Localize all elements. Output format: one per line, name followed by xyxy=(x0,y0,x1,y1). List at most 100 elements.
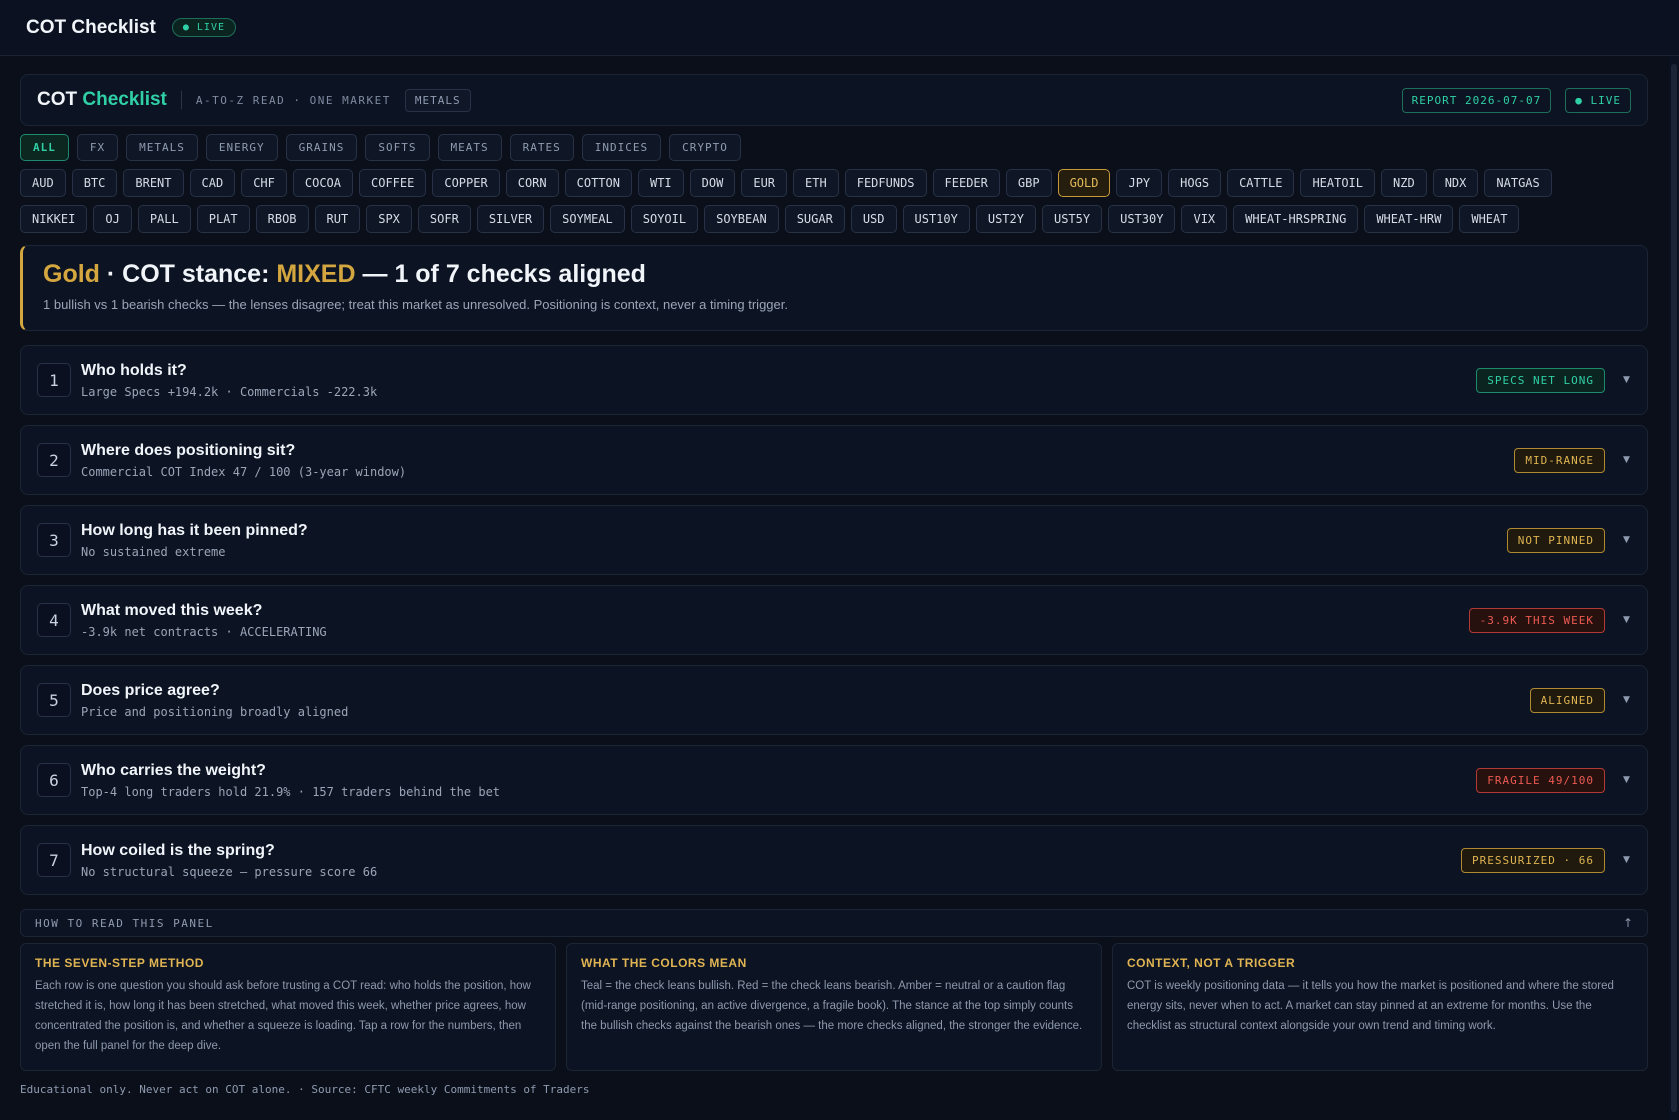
check-status-badge: FRAGILE 49/100 xyxy=(1476,767,1605,793)
ticker-plat[interactable]: PLAT xyxy=(196,205,250,233)
ticker-eur[interactable]: EUR xyxy=(741,169,788,197)
chevron-down-icon[interactable]: ▼ xyxy=(1623,855,1631,865)
ticker-vix[interactable]: VIX xyxy=(1181,205,1228,233)
check-number: 1 xyxy=(37,363,71,397)
category-filter-fx[interactable]: FX xyxy=(76,134,119,161)
check-status-badge: MID-RANGE xyxy=(1514,447,1605,473)
ticker-ust5y[interactable]: UST5Y xyxy=(1041,205,1103,233)
ticker-hogs[interactable]: HOGS xyxy=(1168,169,1222,197)
category-filter-softs[interactable]: SOFTS xyxy=(365,134,430,161)
ticker-usd[interactable]: USD xyxy=(850,205,897,233)
ticker-sugar[interactable]: SUGAR xyxy=(784,205,845,233)
ticker-aud[interactable]: AUD xyxy=(20,169,66,197)
app-title: COT Checklist xyxy=(26,16,156,38)
divider xyxy=(180,91,182,109)
scrollbar[interactable] xyxy=(1669,56,1679,1120)
top-bar: COT Checklist ● LIVE xyxy=(0,0,1679,56)
explanation-cards: THE SEVEN-STEP METHOD Each row is one que… xyxy=(20,943,1648,1071)
chevron-down-icon[interactable]: ▼ xyxy=(1623,455,1631,465)
chevron-down-icon[interactable]: ▼ xyxy=(1623,375,1631,385)
check-row[interactable]: 2 Where does positioning sit? Commercial C… xyxy=(20,425,1648,495)
ticker-wheat[interactable]: WHEAT xyxy=(1459,205,1520,233)
chevron-down-icon[interactable]: ▼ xyxy=(1623,535,1631,545)
check-status-badge: ALIGNED xyxy=(1529,687,1605,713)
ticker-soybean[interactable]: SOYBEAN xyxy=(704,205,779,233)
ticker-rbob[interactable]: RBOB xyxy=(255,205,309,233)
category-filter-indices[interactable]: INDICES xyxy=(581,134,662,161)
ticker-silver[interactable]: SILVER xyxy=(476,205,545,233)
ticker-fedfunds[interactable]: FEDFUNDS xyxy=(844,169,927,197)
ticker-ust2y[interactable]: UST2Y xyxy=(975,205,1036,233)
ticker-heatoil[interactable]: HEATOIL xyxy=(1300,169,1376,197)
check-row[interactable]: 5 Does price agree? Price and positioning … xyxy=(20,665,1648,735)
panel-title: COT Checklist xyxy=(37,89,167,111)
chevron-down-icon[interactable]: ▼ xyxy=(1623,695,1631,705)
ticker-chf[interactable]: CHF xyxy=(241,169,287,197)
ticker-cotton[interactable]: COTTON xyxy=(564,169,632,197)
category-filter-metals[interactable]: METALS xyxy=(126,134,198,161)
check-body: What moved this week? -3.9k net contracts… xyxy=(81,602,327,639)
check-detail: No structural squeeze — pressure score 6… xyxy=(81,864,378,879)
ticker-soymeal[interactable]: SOYMEAL xyxy=(550,205,625,233)
ticker-cad[interactable]: CAD xyxy=(189,169,236,197)
ticker-coffee[interactable]: COFFEE xyxy=(359,169,427,197)
ticker-copper[interactable]: COPPER xyxy=(432,169,500,197)
check-status-badge: SPECS NET LONG xyxy=(1476,367,1605,393)
footer-disclaimer: Educational only. Never act on COT alone… xyxy=(20,1083,590,1096)
how-to-read-toggle[interactable]: HOW TO READ THIS PANEL ↑ xyxy=(20,909,1648,937)
ticker-rut[interactable]: RUT xyxy=(314,205,361,233)
check-row[interactable]: 6 Who carries the weight? Top-4 long trade… xyxy=(20,745,1648,815)
ticker-eth[interactable]: ETH xyxy=(793,169,839,197)
ticker-nikkei[interactable]: NIKKEI xyxy=(20,205,88,233)
check-number: 6 xyxy=(37,763,71,797)
category-filter-energy[interactable]: ENERGY xyxy=(205,134,278,161)
ticker-corn[interactable]: CORN xyxy=(505,169,559,197)
explanation-card: WHAT THE COLORS MEAN Teal = the check lea… xyxy=(566,943,1102,1071)
category-filter-rates[interactable]: RATES xyxy=(509,134,574,161)
ticker-jpy[interactable]: JPY xyxy=(1116,169,1163,197)
ticker-ust30y[interactable]: UST30Y xyxy=(1108,205,1176,233)
ticker-btc[interactable]: BTC xyxy=(71,169,118,197)
ticker-ndx[interactable]: NDX xyxy=(1432,169,1479,197)
ticker-brent[interactable]: BRENT xyxy=(123,169,184,197)
stance-title: Gold · COT stance: MIXED — 1 of 7 checks… xyxy=(43,260,1627,289)
explanation-title: WHAT THE COLORS MEAN xyxy=(581,956,747,970)
live-badge: ● LIVE xyxy=(1565,87,1631,113)
ticker-ust10y[interactable]: UST10Y xyxy=(902,205,970,233)
ticker-feeder[interactable]: FEEDER xyxy=(932,169,1000,197)
check-row[interactable]: 7 How coiled is the spring? No structural … xyxy=(20,825,1648,895)
ticker-gbp[interactable]: GBP xyxy=(1005,169,1052,197)
chevron-down-icon[interactable]: ▼ xyxy=(1623,775,1631,785)
collapse-arrow-icon[interactable]: ↑ xyxy=(1623,916,1633,930)
stance-label: · COT stance: xyxy=(99,260,277,288)
ticker-spx[interactable]: SPX xyxy=(366,205,412,233)
category-filter-grains[interactable]: GRAINS xyxy=(285,134,358,161)
ticker-soyoil[interactable]: SOYOIL xyxy=(630,205,699,233)
ticker-gold[interactable]: GOLD xyxy=(1057,169,1111,197)
ticker-dow[interactable]: DOW xyxy=(689,169,736,197)
category-filter-crypto[interactable]: CRYPTO xyxy=(669,134,741,161)
ticker-oj[interactable]: OJ xyxy=(93,205,132,233)
sector-chip: METALS xyxy=(404,88,471,112)
ticker-wti[interactable]: WTI xyxy=(637,169,684,197)
scrollbar-thumb[interactable] xyxy=(1671,64,1677,1112)
check-row[interactable]: 3 How long has it been pinned? No sustaine… xyxy=(20,505,1648,575)
check-row[interactable]: 1 Who holds it? Large Specs +194.2k · Comm… xyxy=(20,345,1648,415)
category-filter-row: ALL FX METALS ENERGY GRAINS SOFTS MEATS RATES IN… xyxy=(20,134,1648,161)
category-filter-meats[interactable]: MEATS xyxy=(437,134,502,161)
chevron-down-icon[interactable]: ▼ xyxy=(1623,615,1631,625)
ticker-nzd[interactable]: NZD xyxy=(1381,169,1427,197)
ticker-cocoa[interactable]: COCOA xyxy=(292,169,353,197)
category-filter-all[interactable]: ALL xyxy=(20,134,69,161)
check-question: How long has it been pinned? xyxy=(81,521,308,539)
check-question: How coiled is the spring? xyxy=(81,841,275,859)
ticker-natgas[interactable]: NATGAS xyxy=(1484,169,1552,197)
ticker-cattle[interactable]: CATTLE xyxy=(1227,169,1295,197)
ticker-wheat-hrspring[interactable]: WHEAT-HRSPRING xyxy=(1233,205,1359,233)
ticker-sofr[interactable]: SOFR xyxy=(417,205,471,233)
check-row[interactable]: 4 What moved this week? -3.9k net contract… xyxy=(20,585,1648,655)
check-body: Does price agree? Price and positioning b… xyxy=(81,682,348,719)
ticker-pall[interactable]: PALL xyxy=(137,205,191,233)
check-body: Who holds it? Large Specs +194.2k · Comme… xyxy=(81,362,377,399)
ticker-wheat-hrw[interactable]: WHEAT-HRW xyxy=(1364,205,1454,233)
